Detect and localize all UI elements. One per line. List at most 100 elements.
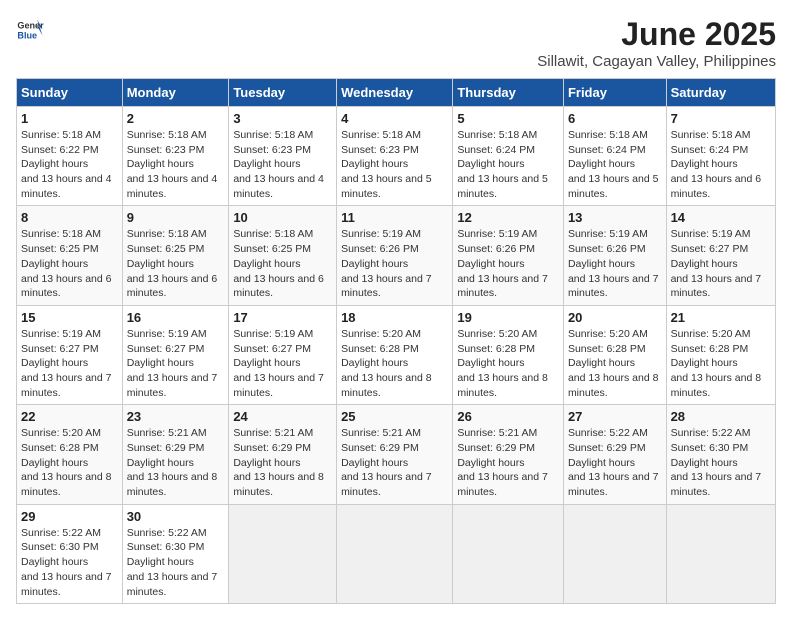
cell-sunrise: Sunrise: 5:21 AM	[233, 427, 313, 439]
cell-daylight-label: Daylight hours	[21, 457, 88, 469]
cell-daylight-value: and 13 hours and 8 minutes.	[457, 372, 548, 399]
cell-sunrise: Sunrise: 5:18 AM	[671, 129, 751, 141]
calendar-cell: 2 Sunrise: 5:18 AM Sunset: 6:23 PM Dayli…	[122, 107, 229, 206]
day-header-sunday: Sunday	[17, 79, 123, 107]
cell-daylight-value: and 13 hours and 6 minutes.	[127, 273, 218, 300]
cell-daylight-value: and 13 hours and 4 minutes.	[233, 173, 324, 200]
cell-daylight-label: Daylight hours	[341, 158, 408, 170]
svg-text:Blue: Blue	[17, 30, 37, 40]
day-number: 9	[127, 210, 225, 225]
cell-daylight-label: Daylight hours	[21, 158, 88, 170]
page-subtitle: Sillawit, Cagayan Valley, Philippines	[537, 53, 776, 70]
day-number: 13	[568, 210, 662, 225]
cell-sunset: Sunset: 6:23 PM	[341, 144, 419, 156]
day-header-wednesday: Wednesday	[337, 79, 453, 107]
calendar-week-row: 29 Sunrise: 5:22 AM Sunset: 6:30 PM Dayl…	[17, 504, 776, 603]
cell-sunrise: Sunrise: 5:20 AM	[671, 328, 751, 340]
cell-sunrise: Sunrise: 5:18 AM	[457, 129, 537, 141]
calendar-cell: 10 Sunrise: 5:18 AM Sunset: 6:25 PM Dayl…	[229, 206, 337, 305]
cell-daylight-label: Daylight hours	[233, 258, 300, 270]
cell-daylight-value: and 13 hours and 8 minutes.	[127, 471, 218, 498]
cell-daylight-label: Daylight hours	[671, 158, 738, 170]
calendar-cell	[229, 504, 337, 603]
day-number: 2	[127, 111, 225, 126]
cell-daylight-value: and 13 hours and 4 minutes.	[127, 173, 218, 200]
cell-daylight-value: and 13 hours and 7 minutes.	[127, 372, 218, 399]
cell-sunrise: Sunrise: 5:18 AM	[21, 228, 101, 240]
calendar-cell	[337, 504, 453, 603]
calendar-cell: 5 Sunrise: 5:18 AM Sunset: 6:24 PM Dayli…	[453, 107, 564, 206]
cell-daylight-label: Daylight hours	[21, 258, 88, 270]
cell-sunset: Sunset: 6:24 PM	[671, 144, 749, 156]
cell-sunset: Sunset: 6:26 PM	[341, 243, 419, 255]
cell-sunset: Sunset: 6:26 PM	[568, 243, 646, 255]
cell-daylight-label: Daylight hours	[233, 457, 300, 469]
cell-sunrise: Sunrise: 5:22 AM	[127, 527, 207, 539]
calendar-week-row: 22 Sunrise: 5:20 AM Sunset: 6:28 PM Dayl…	[17, 405, 776, 504]
day-header-friday: Friday	[563, 79, 666, 107]
cell-sunset: Sunset: 6:29 PM	[341, 442, 419, 454]
calendar-cell: 16 Sunrise: 5:19 AM Sunset: 6:27 PM Dayl…	[122, 305, 229, 404]
cell-sunrise: Sunrise: 5:18 AM	[568, 129, 648, 141]
calendar-cell: 6 Sunrise: 5:18 AM Sunset: 6:24 PM Dayli…	[563, 107, 666, 206]
calendar-cell: 23 Sunrise: 5:21 AM Sunset: 6:29 PM Dayl…	[122, 405, 229, 504]
day-number: 15	[21, 310, 118, 325]
day-number: 7	[671, 111, 771, 126]
page-title: June 2025	[537, 16, 776, 53]
cell-daylight-label: Daylight hours	[457, 457, 524, 469]
calendar-cell: 30 Sunrise: 5:22 AM Sunset: 6:30 PM Dayl…	[122, 504, 229, 603]
calendar-cell: 24 Sunrise: 5:21 AM Sunset: 6:29 PM Dayl…	[229, 405, 337, 504]
cell-sunset: Sunset: 6:28 PM	[671, 343, 749, 355]
calendar-cell: 25 Sunrise: 5:21 AM Sunset: 6:29 PM Dayl…	[337, 405, 453, 504]
cell-sunrise: Sunrise: 5:20 AM	[568, 328, 648, 340]
days-header-row: SundayMondayTuesdayWednesdayThursdayFrid…	[17, 79, 776, 107]
calendar-cell: 26 Sunrise: 5:21 AM Sunset: 6:29 PM Dayl…	[453, 405, 564, 504]
calendar-cell: 22 Sunrise: 5:20 AM Sunset: 6:28 PM Dayl…	[17, 405, 123, 504]
day-number: 16	[127, 310, 225, 325]
day-number: 22	[21, 409, 118, 424]
cell-daylight-value: and 13 hours and 7 minutes.	[21, 372, 112, 399]
cell-daylight-label: Daylight hours	[457, 357, 524, 369]
day-number: 30	[127, 509, 225, 524]
cell-sunset: Sunset: 6:28 PM	[341, 343, 419, 355]
cell-daylight-value: and 13 hours and 7 minutes.	[341, 471, 432, 498]
day-number: 18	[341, 310, 448, 325]
cell-daylight-label: Daylight hours	[341, 258, 408, 270]
day-number: 12	[457, 210, 559, 225]
cell-sunset: Sunset: 6:25 PM	[127, 243, 205, 255]
cell-daylight-label: Daylight hours	[21, 357, 88, 369]
cell-sunrise: Sunrise: 5:20 AM	[341, 328, 421, 340]
cell-sunset: Sunset: 6:28 PM	[21, 442, 99, 454]
cell-sunrise: Sunrise: 5:18 AM	[21, 129, 101, 141]
cell-daylight-label: Daylight hours	[457, 158, 524, 170]
cell-sunset: Sunset: 6:29 PM	[457, 442, 535, 454]
cell-daylight-value: and 13 hours and 7 minutes.	[341, 273, 432, 300]
calendar-cell: 8 Sunrise: 5:18 AM Sunset: 6:25 PM Dayli…	[17, 206, 123, 305]
calendar-cell: 9 Sunrise: 5:18 AM Sunset: 6:25 PM Dayli…	[122, 206, 229, 305]
cell-sunrise: Sunrise: 5:18 AM	[341, 129, 421, 141]
cell-sunset: Sunset: 6:26 PM	[457, 243, 535, 255]
calendar-week-row: 1 Sunrise: 5:18 AM Sunset: 6:22 PM Dayli…	[17, 107, 776, 206]
day-number: 6	[568, 111, 662, 126]
calendar-cell	[666, 504, 775, 603]
cell-sunset: Sunset: 6:23 PM	[127, 144, 205, 156]
cell-daylight-value: and 13 hours and 7 minutes.	[457, 273, 548, 300]
cell-daylight-label: Daylight hours	[127, 158, 194, 170]
calendar-cell: 7 Sunrise: 5:18 AM Sunset: 6:24 PM Dayli…	[666, 107, 775, 206]
cell-daylight-label: Daylight hours	[127, 457, 194, 469]
cell-daylight-value: and 13 hours and 7 minutes.	[233, 372, 324, 399]
cell-daylight-value: and 13 hours and 7 minutes.	[671, 273, 762, 300]
day-header-tuesday: Tuesday	[229, 79, 337, 107]
cell-sunset: Sunset: 6:30 PM	[671, 442, 749, 454]
title-section: June 2025 Sillawit, Cagayan Valley, Phil…	[537, 16, 776, 70]
cell-daylight-label: Daylight hours	[127, 556, 194, 568]
cell-sunset: Sunset: 6:29 PM	[568, 442, 646, 454]
cell-sunrise: Sunrise: 5:21 AM	[341, 427, 421, 439]
calendar-cell: 4 Sunrise: 5:18 AM Sunset: 6:23 PM Dayli…	[337, 107, 453, 206]
calendar-cell: 21 Sunrise: 5:20 AM Sunset: 6:28 PM Dayl…	[666, 305, 775, 404]
day-number: 4	[341, 111, 448, 126]
cell-sunrise: Sunrise: 5:19 AM	[233, 328, 313, 340]
cell-daylight-label: Daylight hours	[671, 258, 738, 270]
cell-daylight-value: and 13 hours and 7 minutes.	[671, 471, 762, 498]
cell-daylight-label: Daylight hours	[568, 258, 635, 270]
